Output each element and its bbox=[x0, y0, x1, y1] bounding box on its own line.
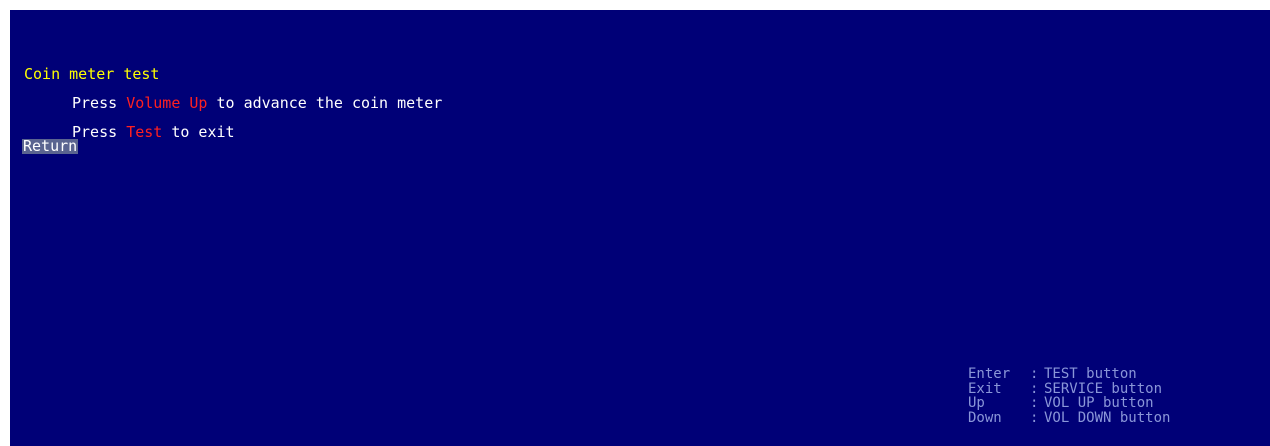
instruction-suffix: to exit bbox=[162, 123, 235, 141]
instruction-suffix: to advance the coin meter bbox=[207, 94, 443, 112]
help-row-down: Down: VOL DOWN button bbox=[968, 409, 1171, 426]
help-description: VOL DOWN button bbox=[1044, 409, 1171, 426]
instruction-prefix: Press bbox=[72, 123, 127, 141]
help-separator: : bbox=[1030, 395, 1039, 411]
help-key: Enter bbox=[968, 366, 1011, 382]
help-key: Down bbox=[968, 409, 1002, 426]
instruction-highlight-key: Test bbox=[126, 123, 163, 141]
instruction-exit: Press Test to exit bbox=[72, 124, 235, 140]
help-key: Up bbox=[968, 395, 985, 411]
help-row-enter: Enter: TEST button bbox=[968, 367, 1170, 382]
return-menu-item[interactable]: Return bbox=[22, 139, 79, 154]
help-separator: : bbox=[1030, 409, 1039, 426]
instruction-highlight-key: Volume Up bbox=[126, 94, 208, 112]
help-separator: : bbox=[1030, 366, 1039, 382]
help-row-exit: Exit: SERVICE button bbox=[968, 380, 1170, 397]
instruction-advance-meter: Press Volume Up to advance the coin mete… bbox=[72, 95, 442, 111]
help-key: Exit bbox=[968, 380, 1002, 397]
page-title: Coin meter test bbox=[24, 65, 160, 83]
help-separator: : bbox=[1030, 380, 1039, 397]
instruction-prefix: Press bbox=[72, 94, 127, 112]
help-row-up: Up: VOL UP button bbox=[968, 396, 1170, 411]
test-menu-screen: Coin meter test Press Volume Up to advan… bbox=[10, 10, 1270, 446]
key-help-panel: Enter: TEST button Exit: SERVICE button Up… bbox=[968, 367, 1170, 425]
